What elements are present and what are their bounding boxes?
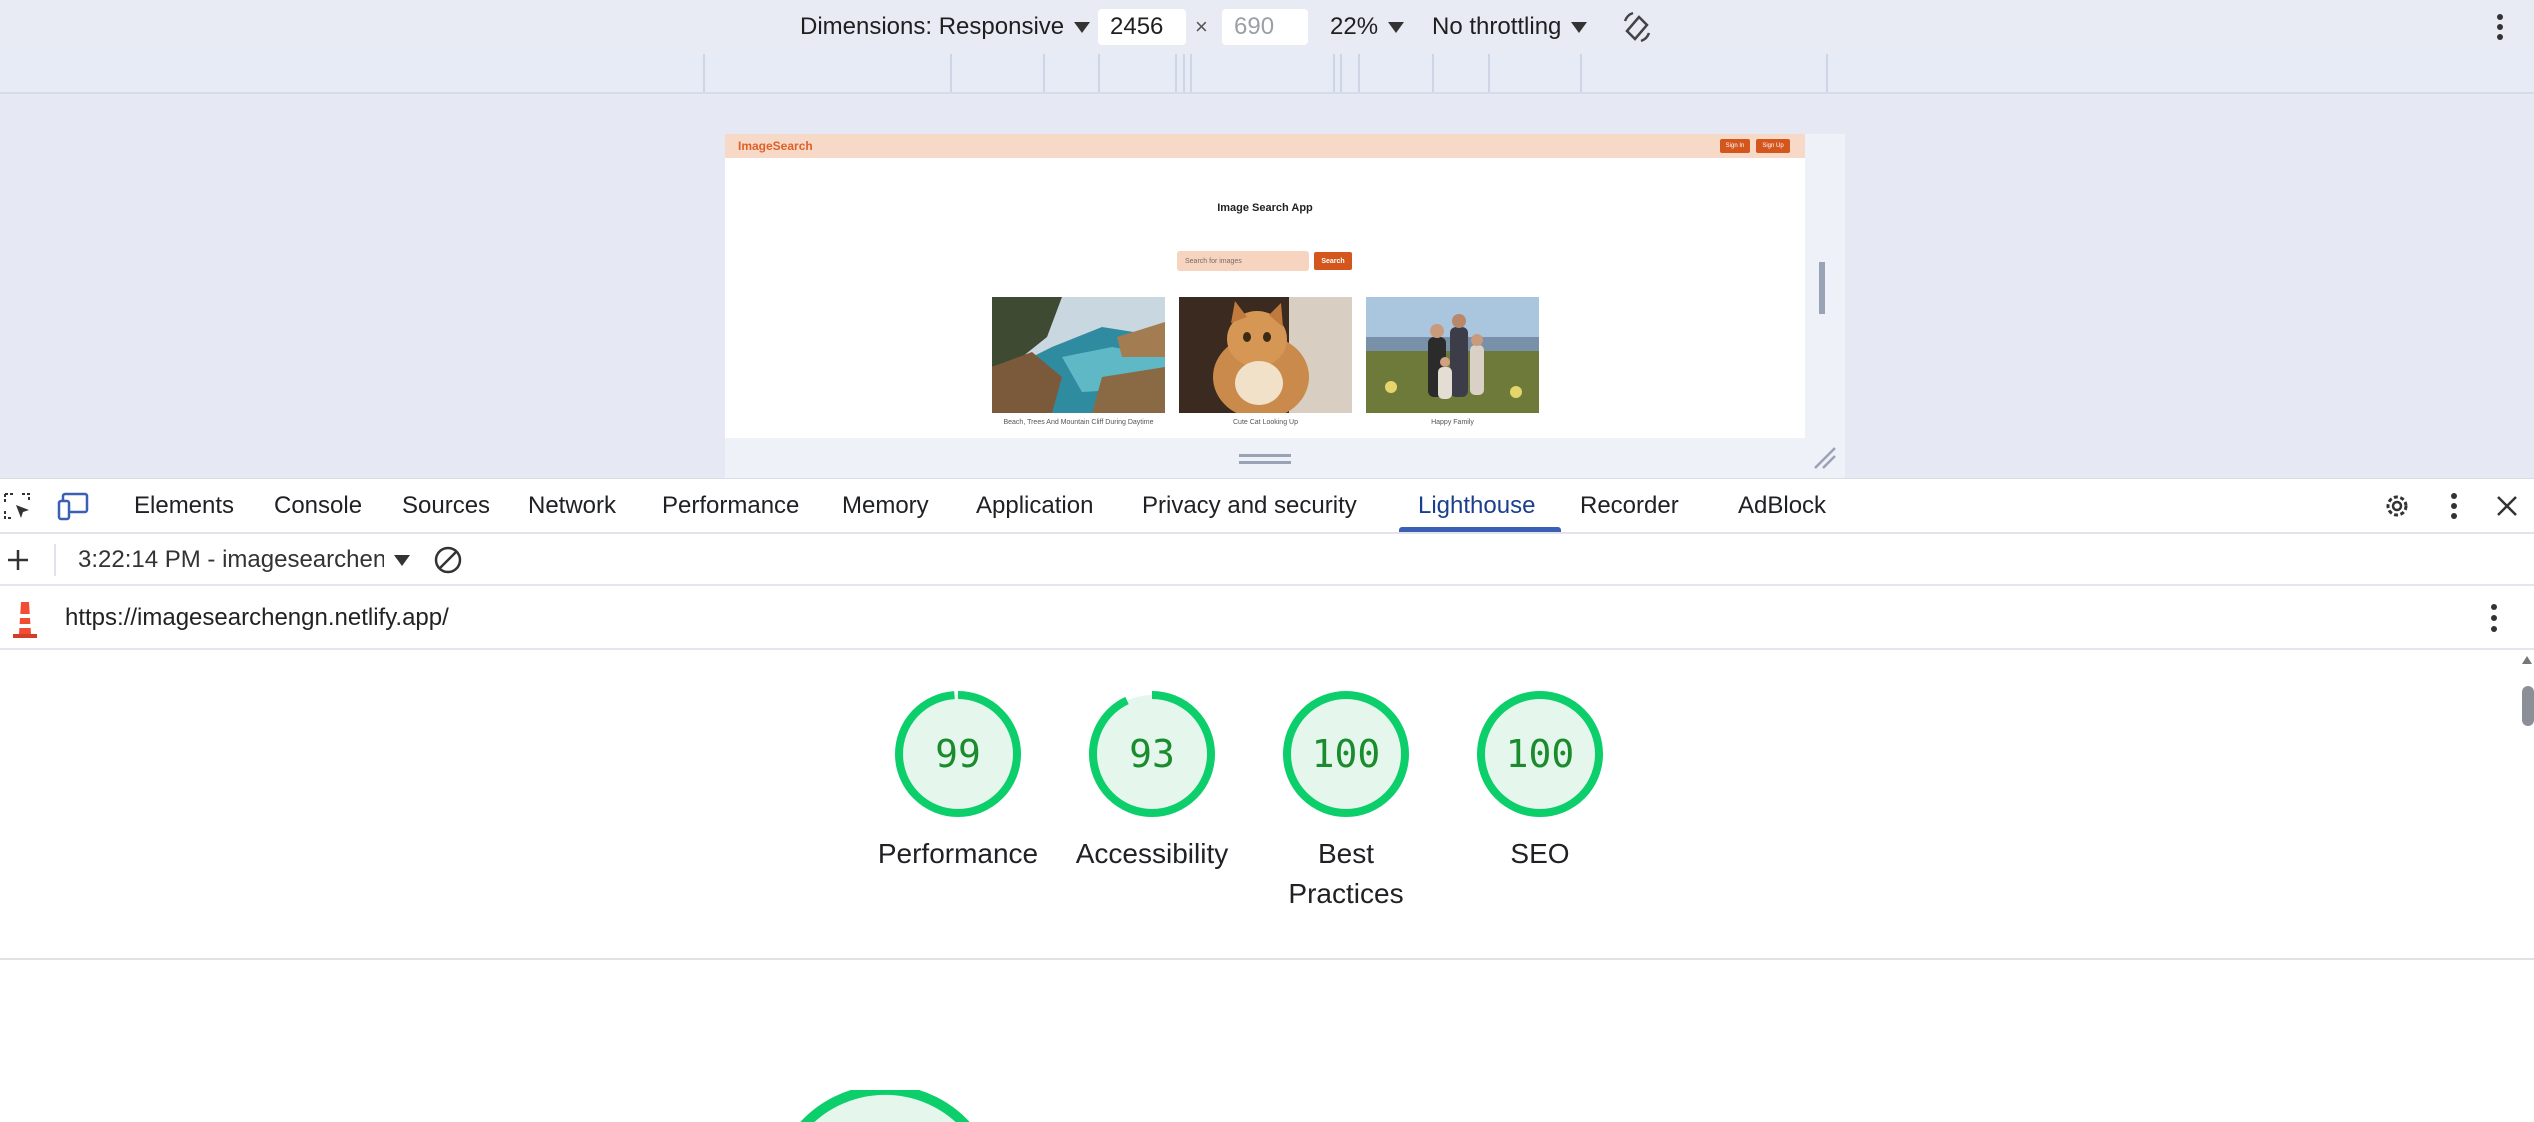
tab-performance[interactable]: Performance [662,479,799,533]
gauge-accessibility[interactable]: 93 Accessibility [1062,690,1242,874]
tab-lighthouse[interactable]: Lighthouse [1418,479,1535,533]
tab-memory[interactable]: Memory [842,479,929,533]
image-card[interactable]: Happy Family [1366,297,1539,426]
score-value: 100 [1311,732,1381,776]
chevron-down-icon[interactable] [394,555,410,566]
ruler-tick [1488,54,1490,92]
ruler-tick [1043,54,1045,92]
ruler-tick [1580,54,1582,92]
lighthouse-report: 99 Performance 93 Accessibility 100 Best… [0,650,2534,1122]
more-options-icon[interactable] [2444,489,2464,523]
search-input[interactable]: Search for images [1177,251,1309,271]
score-label: Accessibility [1075,838,1229,869]
page-navbar: ImageSearch Sign In Sign Up [725,134,1805,158]
score-value: 100 [1505,732,1575,776]
report-select-label: 3:22:14 PM - imagesearcheng [78,546,384,573]
tab-recorder[interactable]: Recorder [1580,479,1679,533]
ruler-tick [703,54,705,92]
beach-image[interactable] [992,297,1165,413]
ruler-tick [1340,54,1342,92]
lighthouse-toolbar: 3:22:14 PM - imagesearcheng [0,534,2534,586]
ruler-tick [1190,54,1192,92]
device-toolbar: Dimensions: Responsive 2456 × 690 22% No… [0,0,2534,54]
times-sign: × [1195,14,1208,39]
cat-image[interactable] [1179,297,1352,413]
search-button[interactable]: Search [1314,252,1352,270]
chevron-down-icon [1074,21,1091,33]
chevron-down-icon [1388,21,1405,33]
report-menu-icon[interactable] [2484,600,2504,636]
more-options-icon[interactable] [2490,10,2510,44]
sign-up-button[interactable]: Sign Up [1756,139,1790,153]
page-title: Image Search App [1217,202,1313,214]
score-label: Best Practices [1288,838,1404,909]
lighthouse-logo-icon [10,598,40,638]
ruler-tick [1098,54,1100,92]
device-toggle-icon[interactable] [56,489,90,523]
report-url[interactable]: https://imagesearchengn.netlify.app/ [65,586,449,650]
zoom-label: 22% [1330,13,1379,40]
ruler-tick [1183,54,1185,92]
toolbar-separator [54,544,56,576]
ruler-tick [1826,54,1828,92]
score-value: 93 [1129,732,1175,776]
tab-privacy-and-security[interactable]: Privacy and security [1142,479,1357,533]
throttling-label: No throttling [1432,13,1562,40]
active-tab-indicator [1399,527,1561,532]
device-height-resizer[interactable] [1239,454,1291,464]
devtools-tab-bar: Elements Console Sources Network Perform… [0,478,2534,534]
device-width-resizer[interactable] [1819,262,1825,314]
dimensions-label: Dimensions: Responsive [800,13,1065,40]
tab-console[interactable]: Console [274,479,362,533]
tab-sources[interactable]: Sources [402,479,490,533]
gauge-performance[interactable]: 99 Performance [868,690,1048,874]
report-select[interactable]: 3:22:14 PM - imagesearcheng [78,534,384,586]
ruler-tick [950,54,952,92]
tab-adblock[interactable]: AdBlock [1738,479,1826,533]
brand-logo[interactable]: ImageSearch [738,139,813,153]
family-image[interactable] [1366,297,1539,413]
report-url-bar: https://imagesearchengn.netlify.app/ [0,586,2534,650]
device-frame: ImageSearch Sign In Sign Up Image Search… [725,134,1845,478]
section-divider [0,958,2534,960]
gauge-seo[interactable]: 100 SEO [1450,690,1630,874]
zoom-dropdown[interactable]: 22% [1330,0,1405,54]
score-label: Performance [877,838,1039,869]
ruler-tick [1175,54,1177,92]
ruler-tick [1333,54,1335,92]
large-performance-gauge [790,1084,980,1122]
image-card[interactable]: Cute Cat Looking Up [1179,297,1352,426]
sign-in-button[interactable]: Sign In [1720,139,1750,153]
ruler-tick [1432,54,1434,92]
dimensions-dropdown[interactable]: Dimensions: Responsive [800,0,1091,54]
image-caption: Happy Family [1431,419,1474,426]
resize-corner-icon[interactable] [1813,446,1837,470]
image-caption: Cute Cat Looking Up [1233,419,1298,426]
score-value: 99 [935,732,981,776]
tab-application[interactable]: Application [976,479,1093,533]
image-caption: Beach, Trees And Mountain Cliff During D… [1003,419,1154,426]
clear-reports-icon[interactable] [432,544,464,576]
ruler-tick [1358,54,1360,92]
tab-network[interactable]: Network [528,479,616,533]
image-card[interactable]: Beach, Trees And Mountain Cliff During D… [992,297,1165,426]
media-query-bar[interactable] [0,54,2534,94]
emulated-page: ImageSearch Sign In Sign Up Image Search… [725,134,1805,438]
close-icon[interactable] [2492,491,2522,521]
height-input[interactable]: 690 [1222,9,1308,45]
throttling-dropdown[interactable]: No throttling [1432,0,1588,54]
rotate-icon[interactable] [1618,8,1656,46]
report-scrollbar[interactable] [2520,650,2534,1122]
tab-elements[interactable]: Elements [134,479,234,533]
score-label: SEO [1510,838,1570,869]
inspect-element-icon[interactable] [0,489,34,523]
add-report-icon[interactable] [2,544,34,576]
chevron-down-icon [1571,21,1588,33]
width-input[interactable]: 2456 [1098,9,1186,45]
gauge-best-practices[interactable]: 100 Best Practices [1256,690,1436,914]
settings-gear-icon[interactable] [2380,489,2414,523]
